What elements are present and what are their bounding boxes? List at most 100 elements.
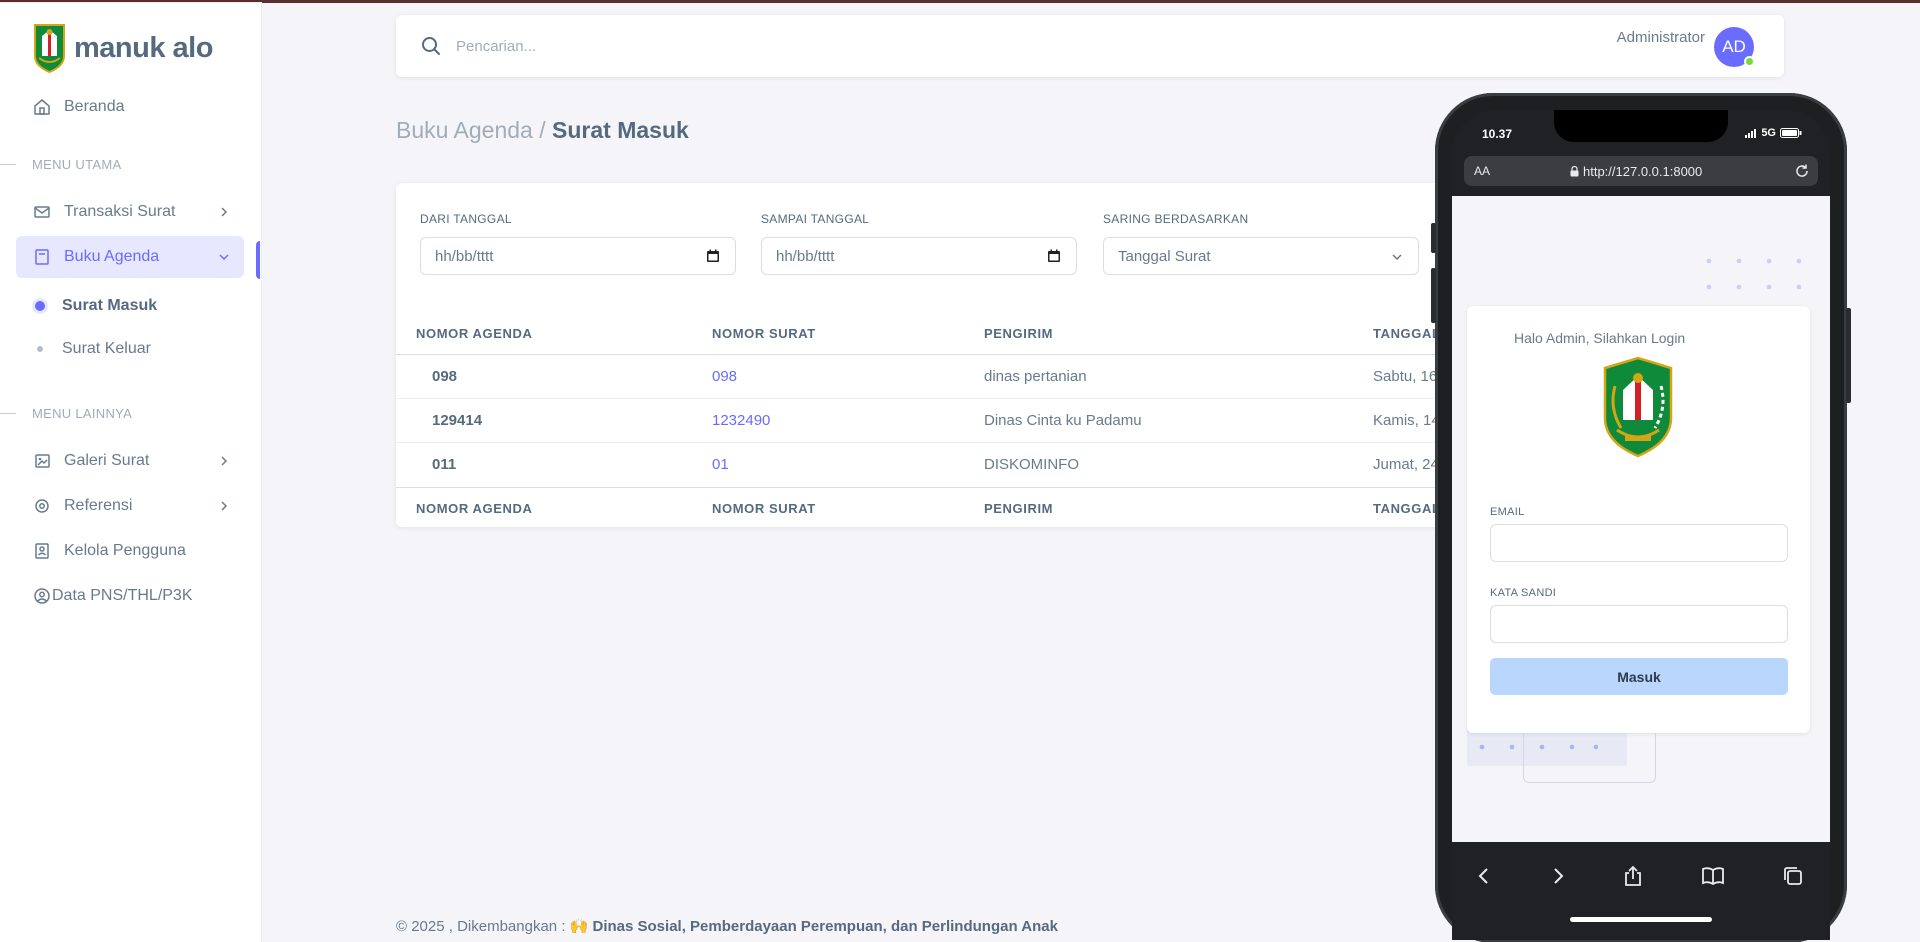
browser-address-bar[interactable]: AA http://127.0.0.1:8000 — [1464, 156, 1818, 186]
avatar[interactable]: AD — [1714, 27, 1755, 67]
cell-tanggal: Kamis, 14 — [1373, 412, 1440, 429]
phone-side-button — [1431, 223, 1436, 253]
sidebar-subitem-surat-keluar[interactable]: Surat Keluar — [32, 340, 151, 358]
search-input[interactable] — [456, 35, 956, 57]
user-circle-icon — [32, 586, 52, 606]
phone-screen: 10.37 5G AA http://127.0.0.1:8000 Halo A… — [1452, 110, 1830, 940]
calendar-icon[interactable] — [706, 249, 720, 263]
bookmarks-icon[interactable] — [1701, 864, 1725, 888]
online-status-dot — [1744, 56, 1755, 67]
column-footer: NOMOR AGENDA — [416, 501, 533, 516]
emblem-logo-icon — [1603, 356, 1673, 458]
password-field[interactable] — [1490, 605, 1788, 643]
column-footer: TANGGAL — [1373, 501, 1441, 516]
chevron-right-icon — [221, 207, 228, 217]
gallery-icon — [32, 451, 52, 471]
column-header[interactable]: NOMOR AGENDA — [416, 326, 533, 341]
to-date-input[interactable]: hh/bb/tttt — [761, 237, 1077, 275]
sidebar-item-beranda[interactable]: Beranda — [16, 86, 244, 128]
footer: © 2025 , Dikembangkan : 🙌 Dinas Sosial, … — [396, 917, 1058, 935]
cell-pengirim: Dinas Cinta ku Padamu — [984, 412, 1142, 429]
section-menu-utama: MENU UTAMA — [0, 157, 121, 172]
sidebar-item-label: Beranda — [64, 98, 125, 115]
active-indicator — [256, 241, 260, 279]
column-header[interactable]: PENGIRIM — [984, 326, 1053, 341]
phone-side-button — [1846, 308, 1851, 403]
login-greeting: Halo Admin, Silahkan Login — [1514, 330, 1686, 346]
signal-icon — [1745, 128, 1757, 138]
to-date-label: SAMPAI TANGGAL — [761, 212, 870, 226]
chevron-down-icon — [219, 254, 229, 261]
column-footer: PENGIRIM — [984, 501, 1054, 516]
column-header[interactable]: NOMOR SURAT — [712, 326, 816, 341]
from-date-label: DARI TANGGAL — [420, 212, 512, 226]
cell-pengirim: DISKOMINFO — [984, 456, 1080, 473]
mail-send-icon — [32, 202, 52, 222]
login-card: Halo Admin, Silahkan Login EMAIL KATA SA… — [1467, 306, 1810, 733]
page-title: Surat Masuk — [552, 117, 689, 143]
bullet-icon — [35, 301, 45, 311]
cell-nomor-agenda: 098 — [432, 368, 458, 385]
chevron-right-icon — [221, 501, 228, 511]
reader-aa-button[interactable]: AA — [1474, 164, 1490, 178]
cell-nomor-surat-link[interactable]: 098 — [712, 368, 737, 385]
column-header[interactable]: TANGGAL — [1373, 326, 1441, 341]
chevron-down-icon — [1392, 254, 1402, 261]
cell-nomor-surat-link[interactable]: 01 — [712, 456, 729, 473]
user-name: Administrator — [1616, 29, 1705, 46]
back-icon[interactable] — [1472, 864, 1496, 888]
chevron-right-icon — [221, 456, 228, 466]
breadcrumb-parent[interactable]: Buku Agenda / — [396, 117, 546, 143]
calendar-icon[interactable] — [1047, 249, 1061, 263]
filter-by-label: SARING BERDASARKAN — [1103, 212, 1249, 226]
phone-webpage: Halo Admin, Silahkan Login EMAIL KATA SA… — [1452, 196, 1830, 842]
cell-tanggal: Jumat, 24 — [1373, 456, 1439, 473]
email-field[interactable] — [1490, 524, 1788, 562]
home-icon — [32, 97, 52, 117]
brand[interactable]: manuk alo — [31, 22, 213, 74]
tabs-icon[interactable] — [1781, 864, 1805, 888]
cell-nomor-agenda: 129414 — [432, 412, 483, 429]
phone-notch — [1554, 110, 1728, 142]
sidebar-item-buku-agenda[interactable]: Buku Agenda — [16, 236, 244, 278]
footer-copyright: © 2025 , Dikembangkan : 🙌 — [396, 918, 593, 935]
sidebar-item-label: Buku Agenda — [64, 248, 160, 265]
top-navbar: Administrator AD — [396, 15, 1784, 77]
breadcrumb: Buku Agenda / Surat Masuk — [396, 117, 689, 144]
from-date-input[interactable]: hh/bb/tttt — [420, 237, 736, 275]
filter-by-select[interactable]: Tanggal Surat — [1103, 237, 1419, 275]
sidebar-item-label: Transaksi Surat — [64, 203, 176, 220]
book-icon — [32, 247, 52, 267]
sidebar-item-data-pns[interactable]: Data PNS/THL/P3K — [16, 575, 244, 617]
sidebar-item-transaksi-surat[interactable]: Transaksi Surat — [16, 191, 244, 233]
phone-side-button — [1431, 268, 1436, 323]
brand-name: manuk alo — [74, 31, 213, 64]
footer-org-link[interactable]: Dinas Sosial, Pemberdayaan Perempuan, da… — [593, 918, 1058, 935]
status-time: 10.37 — [1482, 127, 1513, 141]
password-label: KATA SANDI — [1490, 587, 1557, 599]
sidebar-item-label: Kelola Pengguna — [64, 542, 186, 559]
home-indicator — [1570, 917, 1712, 922]
sidebar-item-label: Data PNS/THL/P3K — [52, 587, 193, 604]
reload-icon[interactable] — [1794, 163, 1810, 179]
search-icon[interactable] — [420, 35, 442, 57]
cell-pengirim: dinas pertanian — [984, 368, 1087, 385]
section-menu-lainnya: MENU LAINNYA — [0, 406, 132, 421]
top-accent-line — [0, 0, 1920, 3]
sidebar-item-kelola-pengguna[interactable]: Kelola Pengguna — [16, 530, 244, 572]
decorative-dots — [1706, 258, 1802, 290]
eye-settings-icon — [32, 496, 52, 516]
cell-nomor-surat-link[interactable]: 1232490 — [712, 412, 770, 429]
battery-icon — [1780, 128, 1802, 138]
url-text[interactable]: http://127.0.0.1:8000 — [1570, 164, 1702, 179]
login-button[interactable]: Masuk — [1490, 658, 1788, 695]
cell-tanggal: Sabtu, 16 — [1373, 368, 1438, 385]
sidebar-item-referensi[interactable]: Referensi — [16, 485, 244, 527]
share-icon[interactable] — [1621, 864, 1645, 888]
lock-icon — [1570, 166, 1579, 177]
sidebar-item-galeri-surat[interactable]: Galeri Surat — [16, 440, 244, 482]
status-indicators: 5G — [1745, 127, 1802, 139]
phone-mockup: 10.37 5G AA http://127.0.0.1:8000 Halo A… — [1431, 93, 1851, 942]
forward-icon[interactable] — [1546, 864, 1570, 888]
sidebar-subitem-surat-masuk[interactable]: Surat Masuk — [32, 297, 157, 315]
